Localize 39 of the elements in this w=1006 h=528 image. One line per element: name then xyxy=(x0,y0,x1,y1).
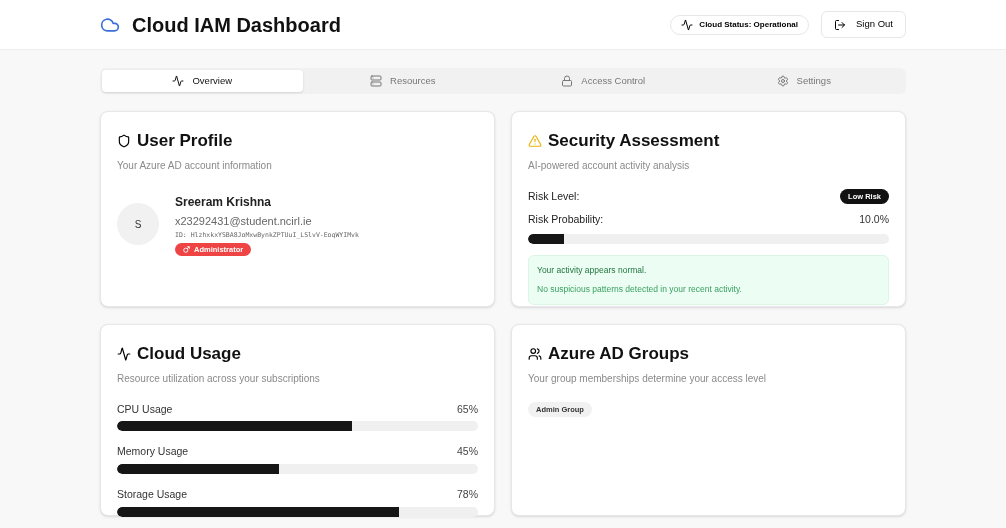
sign-out-button[interactable]: Sign Out xyxy=(821,11,906,38)
risk-probability-label: Risk Probability: xyxy=(528,212,604,228)
meter-reading: 78% xyxy=(457,487,478,502)
male-symbol-icon xyxy=(183,245,190,253)
avatar: S xyxy=(117,203,159,246)
tab-icon xyxy=(172,75,185,87)
meter-reading: 45% xyxy=(457,444,478,460)
users-icon xyxy=(528,346,542,361)
warning-icon xyxy=(528,133,542,148)
activity-icon xyxy=(681,18,694,31)
tab[interactable]: Settings xyxy=(703,70,904,92)
meter-label: Memory Usage xyxy=(117,444,189,460)
card-subtitle: Your group memberships determine your access level xyxy=(528,371,768,386)
meter-reading: 65% xyxy=(457,401,478,417)
tab-icon xyxy=(776,75,789,87)
meter-label: Storage Usage xyxy=(117,487,188,502)
user-email: x23292431@student.ncirl.ie xyxy=(175,213,312,229)
card-title: User Profile xyxy=(137,130,233,152)
tab[interactable]: Resources xyxy=(302,70,503,92)
app-title: Cloud IAM Dashboard xyxy=(132,12,341,38)
card-title: Cloud Usage xyxy=(137,343,241,365)
alert-title: Your activity appears normal. xyxy=(537,264,648,277)
tab-icon xyxy=(370,75,383,87)
shield-icon xyxy=(117,133,131,148)
user-name: Sreeram Krishna xyxy=(175,193,272,211)
card-title: Azure AD Groups xyxy=(548,343,690,365)
alert-text: No suspicious patterns detected in your recent activity. xyxy=(537,282,743,296)
tab[interactable]: Overview xyxy=(102,70,303,92)
risk-level-label: Risk Level: xyxy=(528,188,580,204)
activity-icon xyxy=(117,346,131,361)
card-subtitle: AI-powered account activity analysis xyxy=(528,158,691,173)
sign-out-icon xyxy=(834,18,847,31)
risk-probability-value: 10.0% xyxy=(859,212,889,228)
card-subtitle: Your Azure AD account information xyxy=(117,158,273,173)
meter-label: CPU Usage xyxy=(117,401,173,417)
card-subtitle: Resource utilization across your subscriptions xyxy=(117,371,321,386)
tab[interactable]: Access Control xyxy=(503,70,704,92)
card-title: Security Assessment xyxy=(548,130,720,152)
tab-icon xyxy=(561,75,574,87)
